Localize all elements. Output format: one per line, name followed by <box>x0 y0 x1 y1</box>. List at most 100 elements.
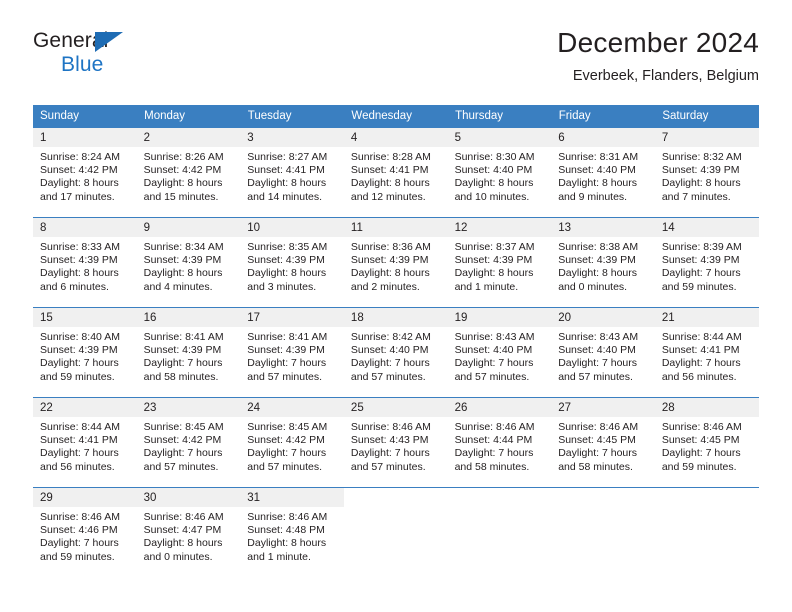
sunrise-text: Sunrise: 8:40 AM <box>40 331 120 343</box>
sunset-text: Sunset: 4:40 PM <box>558 164 636 177</box>
sunset-text: Sunset: 4:48 PM <box>247 524 325 537</box>
daylight-text: and 57 minutes. <box>247 460 322 473</box>
sunrise-text: Sunrise: 8:34 AM <box>143 241 224 253</box>
day-cell[interactable]: 19 Sunrise: 8:43 AM Sunset: 4:40 PM Dayligh… <box>447 307 552 398</box>
daylight-text: and 57 minutes. <box>143 460 219 473</box>
day-number: 18 <box>343 308 448 327</box>
day-number: 12 <box>447 218 552 237</box>
day-cell[interactable]: 7 Sunrise: 8:32 AM Sunset: 4:39 PM Daylight… <box>654 128 759 218</box>
day-cell[interactable]: 28 Sunrise: 8:46 AM Sunset: 4:45 PM Dayligh… <box>654 397 759 488</box>
day-number: 9 <box>136 218 241 237</box>
day-cell[interactable]: 4 Sunrise: 8:28 AM Sunset: 4:41 PM Daylight… <box>343 128 448 218</box>
sunrise-text: Sunrise: 8:46 AM <box>40 511 120 523</box>
day-details: Sunrise: 8:40 AM Sunset: 4:39 PM Daylight:… <box>33 327 137 384</box>
daylight-text: Daylight: 7 hours <box>661 267 741 280</box>
day-cell[interactable]: 6 Sunrise: 8:31 AM Sunset: 4:40 PM Daylight… <box>551 128 655 218</box>
calendar-body: 1 Sunrise: 8:24 AM Sunset: 4:42 PM Daylight… <box>33 128 759 577</box>
day-cell[interactable]: 13 Sunrise: 8:38 AM Sunset: 4:39 PM Dayligh… <box>551 217 655 308</box>
weekday-header-saturday: Saturday <box>654 105 759 128</box>
day-number: 16 <box>136 308 241 327</box>
day-number <box>654 488 759 507</box>
day-cell[interactable]: 26 Sunrise: 8:46 AM Sunset: 4:44 PM Dayligh… <box>447 397 552 488</box>
daylight-text: and 56 minutes. <box>661 370 737 383</box>
sunrise-text: Sunrise: 8:45 AM <box>247 421 328 433</box>
day-details: Sunrise: 8:26 AM Sunset: 4:42 PM Daylight:… <box>137 147 241 204</box>
calendar-week-row: 22 Sunrise: 8:44 AM Sunset: 4:41 PM Dayligh… <box>33 397 759 488</box>
day-cell[interactable]: 1 Sunrise: 8:24 AM Sunset: 4:42 PM Daylight… <box>33 128 137 218</box>
daylight-text: and 57 minutes. <box>558 370 633 383</box>
page-title: December 2024 <box>557 27 759 58</box>
day-cell[interactable]: 30 Sunrise: 8:46 AM Sunset: 4:47 PM Dayligh… <box>136 487 241 577</box>
day-cell-content: 10 Sunrise: 8:35 AM Sunset: 4:39 PM Dayligh… <box>240 218 344 307</box>
day-cell[interactable]: 29 Sunrise: 8:46 AM Sunset: 4:46 PM Dayligh… <box>33 487 137 577</box>
sunset-text: Sunset: 4:39 PM <box>143 254 222 267</box>
day-cell-content: 2 Sunrise: 8:26 AM Sunset: 4:42 PM Daylight… <box>136 128 241 217</box>
day-number: 6 <box>551 128 655 147</box>
daylight-text: and 1 minute. <box>247 550 311 563</box>
sunrise-text: Sunrise: 8:46 AM <box>661 421 742 433</box>
daylight-text: Daylight: 7 hours <box>454 447 534 460</box>
day-cell-content: 15 Sunrise: 8:40 AM Sunset: 4:39 PM Dayligh… <box>33 308 137 397</box>
day-number: 10 <box>240 218 344 237</box>
daylight-text: Daylight: 8 hours <box>40 177 119 190</box>
day-cell[interactable]: 23 Sunrise: 8:45 AM Sunset: 4:42 PM Dayligh… <box>136 397 241 488</box>
day-cell-content <box>551 488 655 577</box>
day-cell-content: 6 Sunrise: 8:31 AM Sunset: 4:40 PM Daylight… <box>551 128 655 217</box>
day-details: Sunrise: 8:39 AM Sunset: 4:39 PM Daylight:… <box>655 237 759 294</box>
daylight-text: Daylight: 7 hours <box>40 357 119 370</box>
day-cell[interactable]: 31 Sunrise: 8:46 AM Sunset: 4:48 PM Dayligh… <box>240 487 344 577</box>
sunrise-text: Sunrise: 8:41 AM <box>247 331 328 343</box>
daylight-text: Daylight: 8 hours <box>454 177 534 190</box>
day-details: Sunrise: 8:45 AM Sunset: 4:42 PM Daylight:… <box>240 417 344 474</box>
day-cell[interactable]: 10 Sunrise: 8:35 AM Sunset: 4:39 PM Dayligh… <box>240 217 344 308</box>
sunrise-text: Sunrise: 8:31 AM <box>558 151 639 163</box>
day-cell[interactable]: 9 Sunrise: 8:34 AM Sunset: 4:39 PM Daylight… <box>136 217 241 308</box>
day-cell-content: 29 Sunrise: 8:46 AM Sunset: 4:46 PM Dayligh… <box>33 488 137 577</box>
day-number: 24 <box>240 398 344 417</box>
daylight-text: Daylight: 7 hours <box>661 447 741 460</box>
day-cell[interactable]: 18 Sunrise: 8:42 AM Sunset: 4:40 PM Dayligh… <box>343 307 448 398</box>
day-cell[interactable]: 3 Sunrise: 8:27 AM Sunset: 4:41 PM Daylight… <box>240 128 344 218</box>
day-cell-content <box>343 488 448 577</box>
weekday-header-tuesday: Tuesday <box>240 105 345 128</box>
sunset-text: Sunset: 4:42 PM <box>143 434 222 447</box>
day-cell-content: 25 Sunrise: 8:46 AM Sunset: 4:43 PM Dayligh… <box>343 398 448 487</box>
day-details: Sunrise: 8:31 AM Sunset: 4:40 PM Daylight:… <box>551 147 655 204</box>
sunset-text: Sunset: 4:39 PM <box>350 254 429 267</box>
day-cell[interactable]: 2 Sunrise: 8:26 AM Sunset: 4:42 PM Daylight… <box>136 128 241 218</box>
day-details <box>655 507 759 511</box>
day-cell[interactable]: 17 Sunrise: 8:41 AM Sunset: 4:39 PM Dayligh… <box>240 307 344 398</box>
day-cell[interactable]: 15 Sunrise: 8:40 AM Sunset: 4:39 PM Dayligh… <box>33 307 137 398</box>
daylight-text: and 17 minutes. <box>40 190 115 203</box>
daylight-text: and 15 minutes. <box>143 190 219 203</box>
daylight-text: and 59 minutes. <box>40 370 115 383</box>
day-cell[interactable]: 24 Sunrise: 8:45 AM Sunset: 4:42 PM Dayligh… <box>240 397 344 488</box>
sunrise-text: Sunrise: 8:38 AM <box>558 241 639 253</box>
daylight-text: Daylight: 8 hours <box>247 177 327 190</box>
day-cell[interactable]: 5 Sunrise: 8:30 AM Sunset: 4:40 PM Daylight… <box>447 128 552 218</box>
daylight-text: Daylight: 8 hours <box>558 267 637 280</box>
day-cell[interactable]: 20 Sunrise: 8:43 AM Sunset: 4:40 PM Dayligh… <box>551 307 655 398</box>
sunset-text: Sunset: 4:39 PM <box>143 344 222 357</box>
day-cell[interactable]: 12 Sunrise: 8:37 AM Sunset: 4:39 PM Dayligh… <box>447 217 552 308</box>
day-number: 15 <box>33 308 137 327</box>
day-cell[interactable]: 8 Sunrise: 8:33 AM Sunset: 4:39 PM Daylight… <box>33 217 137 308</box>
sunrise-text: Sunrise: 8:46 AM <box>454 421 535 433</box>
sunrise-text: Sunrise: 8:43 AM <box>558 331 639 343</box>
day-details: Sunrise: 8:45 AM Sunset: 4:42 PM Daylight:… <box>137 417 241 474</box>
day-cell[interactable]: 27 Sunrise: 8:46 AM Sunset: 4:45 PM Dayligh… <box>551 397 655 488</box>
day-cell[interactable]: 25 Sunrise: 8:46 AM Sunset: 4:43 PM Dayligh… <box>343 397 448 488</box>
day-cell[interactable]: 21 Sunrise: 8:44 AM Sunset: 4:41 PM Dayligh… <box>654 307 759 398</box>
sunset-text: Sunset: 4:39 PM <box>454 254 533 267</box>
day-cell-content <box>447 488 552 577</box>
day-cell[interactable]: 14 Sunrise: 8:39 AM Sunset: 4:39 PM Dayligh… <box>654 217 759 308</box>
daylight-text: and 58 minutes. <box>454 460 530 473</box>
day-cell[interactable]: 22 Sunrise: 8:44 AM Sunset: 4:41 PM Dayligh… <box>33 397 137 488</box>
sunrise-text: Sunrise: 8:27 AM <box>247 151 328 163</box>
sunrise-text: Sunrise: 8:28 AM <box>350 151 431 163</box>
day-details: Sunrise: 8:41 AM Sunset: 4:39 PM Daylight:… <box>240 327 344 384</box>
sunrise-text: Sunrise: 8:26 AM <box>143 151 224 163</box>
day-cell[interactable]: 16 Sunrise: 8:41 AM Sunset: 4:39 PM Dayligh… <box>136 307 241 398</box>
day-cell[interactable]: 11 Sunrise: 8:36 AM Sunset: 4:39 PM Dayligh… <box>343 217 448 308</box>
location-subtitle: Everbeek, Flanders, Belgium <box>572 68 759 84</box>
